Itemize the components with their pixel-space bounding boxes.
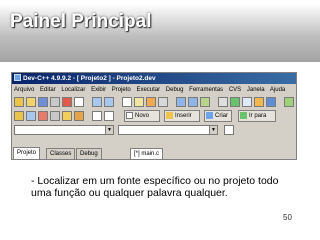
class-combo[interactable]: ▼ (14, 125, 114, 135)
menu-exibir[interactable]: Exibir (91, 87, 106, 93)
browser-goto-icon[interactable] (224, 125, 234, 135)
create-icon (206, 112, 213, 119)
close-icon[interactable] (62, 97, 72, 107)
create-button-label: Criar (215, 113, 228, 119)
compile-icon[interactable] (218, 97, 228, 107)
new-file-icon (126, 112, 133, 119)
tab-projeto[interactable]: Projeto (13, 147, 41, 159)
slide-title: Painel Principal (10, 11, 152, 32)
run-icon[interactable] (230, 97, 240, 107)
open-page-icon[interactable] (104, 111, 114, 121)
insert-button[interactable]: Inserir (164, 110, 200, 122)
insert-button-label: Inserir (175, 113, 192, 119)
menu-debug[interactable]: Debug (166, 87, 184, 93)
new-project-icon[interactable] (14, 97, 24, 107)
project-icon[interactable] (14, 111, 24, 121)
toolbar-main (12, 96, 296, 109)
goto-icon (240, 112, 247, 119)
tab-classes[interactable]: Classes (46, 148, 76, 159)
editor-tab-main-c[interactable]: [*] main.c (130, 148, 164, 159)
stop-icon[interactable] (38, 111, 48, 121)
project-options-icon[interactable] (200, 97, 210, 107)
app-icon (14, 74, 21, 81)
toolbar-secondary: Novo Inserir Criar Ir para (12, 110, 296, 123)
new-button[interactable]: Novo (124, 110, 160, 122)
menu-janela[interactable]: Janela (247, 87, 265, 93)
new-page-icon[interactable] (92, 111, 102, 121)
menubar: Arquivo Editar Localizar Exibir Projeto … (12, 85, 296, 95)
menu-projeto[interactable]: Projeto (112, 87, 131, 93)
menu-cvs[interactable]: CVS (229, 87, 241, 93)
redo-icon[interactable] (104, 97, 114, 107)
slide-bullet: - Localizar em um fonte específico ou no… (31, 175, 279, 199)
goto-line-icon[interactable] (158, 97, 168, 107)
page-number: 50 (283, 213, 292, 222)
menu-localizar[interactable]: Localizar (61, 87, 85, 93)
open-folder-icon[interactable] (26, 97, 36, 107)
debug-icon[interactable] (266, 97, 276, 107)
undo-icon[interactable] (92, 97, 102, 107)
help-icon[interactable] (62, 111, 72, 121)
devcpp-screenshot: Dev-C++ 4.9.9.2 - [ Projeto2 ] - Projeto… (11, 72, 297, 160)
add-file-icon[interactable] (176, 97, 186, 107)
options-icon[interactable] (50, 111, 60, 121)
menu-arquivo[interactable]: Arquivo (14, 87, 34, 93)
file-icon[interactable] (26, 111, 36, 121)
print-icon[interactable] (74, 97, 84, 107)
tab-debug[interactable]: Debug (76, 148, 102, 159)
menu-ajuda[interactable]: Ajuda (270, 87, 285, 93)
save-all-icon[interactable] (50, 97, 60, 107)
remove-file-icon[interactable] (188, 97, 198, 107)
slide-title-bar: Painel Principal (0, 0, 320, 62)
chevron-down-icon: ▼ (105, 126, 113, 134)
find-next-icon[interactable] (146, 97, 156, 107)
menu-executar[interactable]: Executar (136, 87, 160, 93)
save-icon[interactable] (38, 97, 48, 107)
window-titlebar: Dev-C++ 4.9.9.2 - [ Projeto2 ] - Projeto… (12, 73, 296, 84)
insert-icon (166, 112, 173, 119)
about-icon[interactable] (74, 111, 84, 121)
compile-run-icon[interactable] (242, 97, 252, 107)
find-icon[interactable] (122, 97, 132, 107)
goto-button[interactable]: Ir para (238, 110, 276, 122)
panel-tabs: Projeto Classes Debug [*] main.c (12, 147, 296, 159)
create-button[interactable]: Criar (204, 110, 232, 122)
menu-ferramentas[interactable]: Ferramentas (189, 87, 223, 93)
member-combo[interactable]: ▼ (118, 125, 218, 135)
toolbar-class-browser: ▼ ▼ (12, 124, 296, 137)
menu-editar[interactable]: Editar (40, 87, 56, 93)
window-title: Dev-C++ 4.9.9.2 - [ Projeto2 ] - Projeto… (23, 75, 156, 82)
check-icon[interactable] (284, 97, 294, 107)
goto-button-label: Ir para (249, 113, 267, 119)
chevron-down-icon: ▼ (209, 126, 217, 134)
new-button-label: Novo (135, 113, 150, 119)
rebuild-all-icon[interactable] (254, 97, 264, 107)
replace-icon[interactable] (134, 97, 144, 107)
